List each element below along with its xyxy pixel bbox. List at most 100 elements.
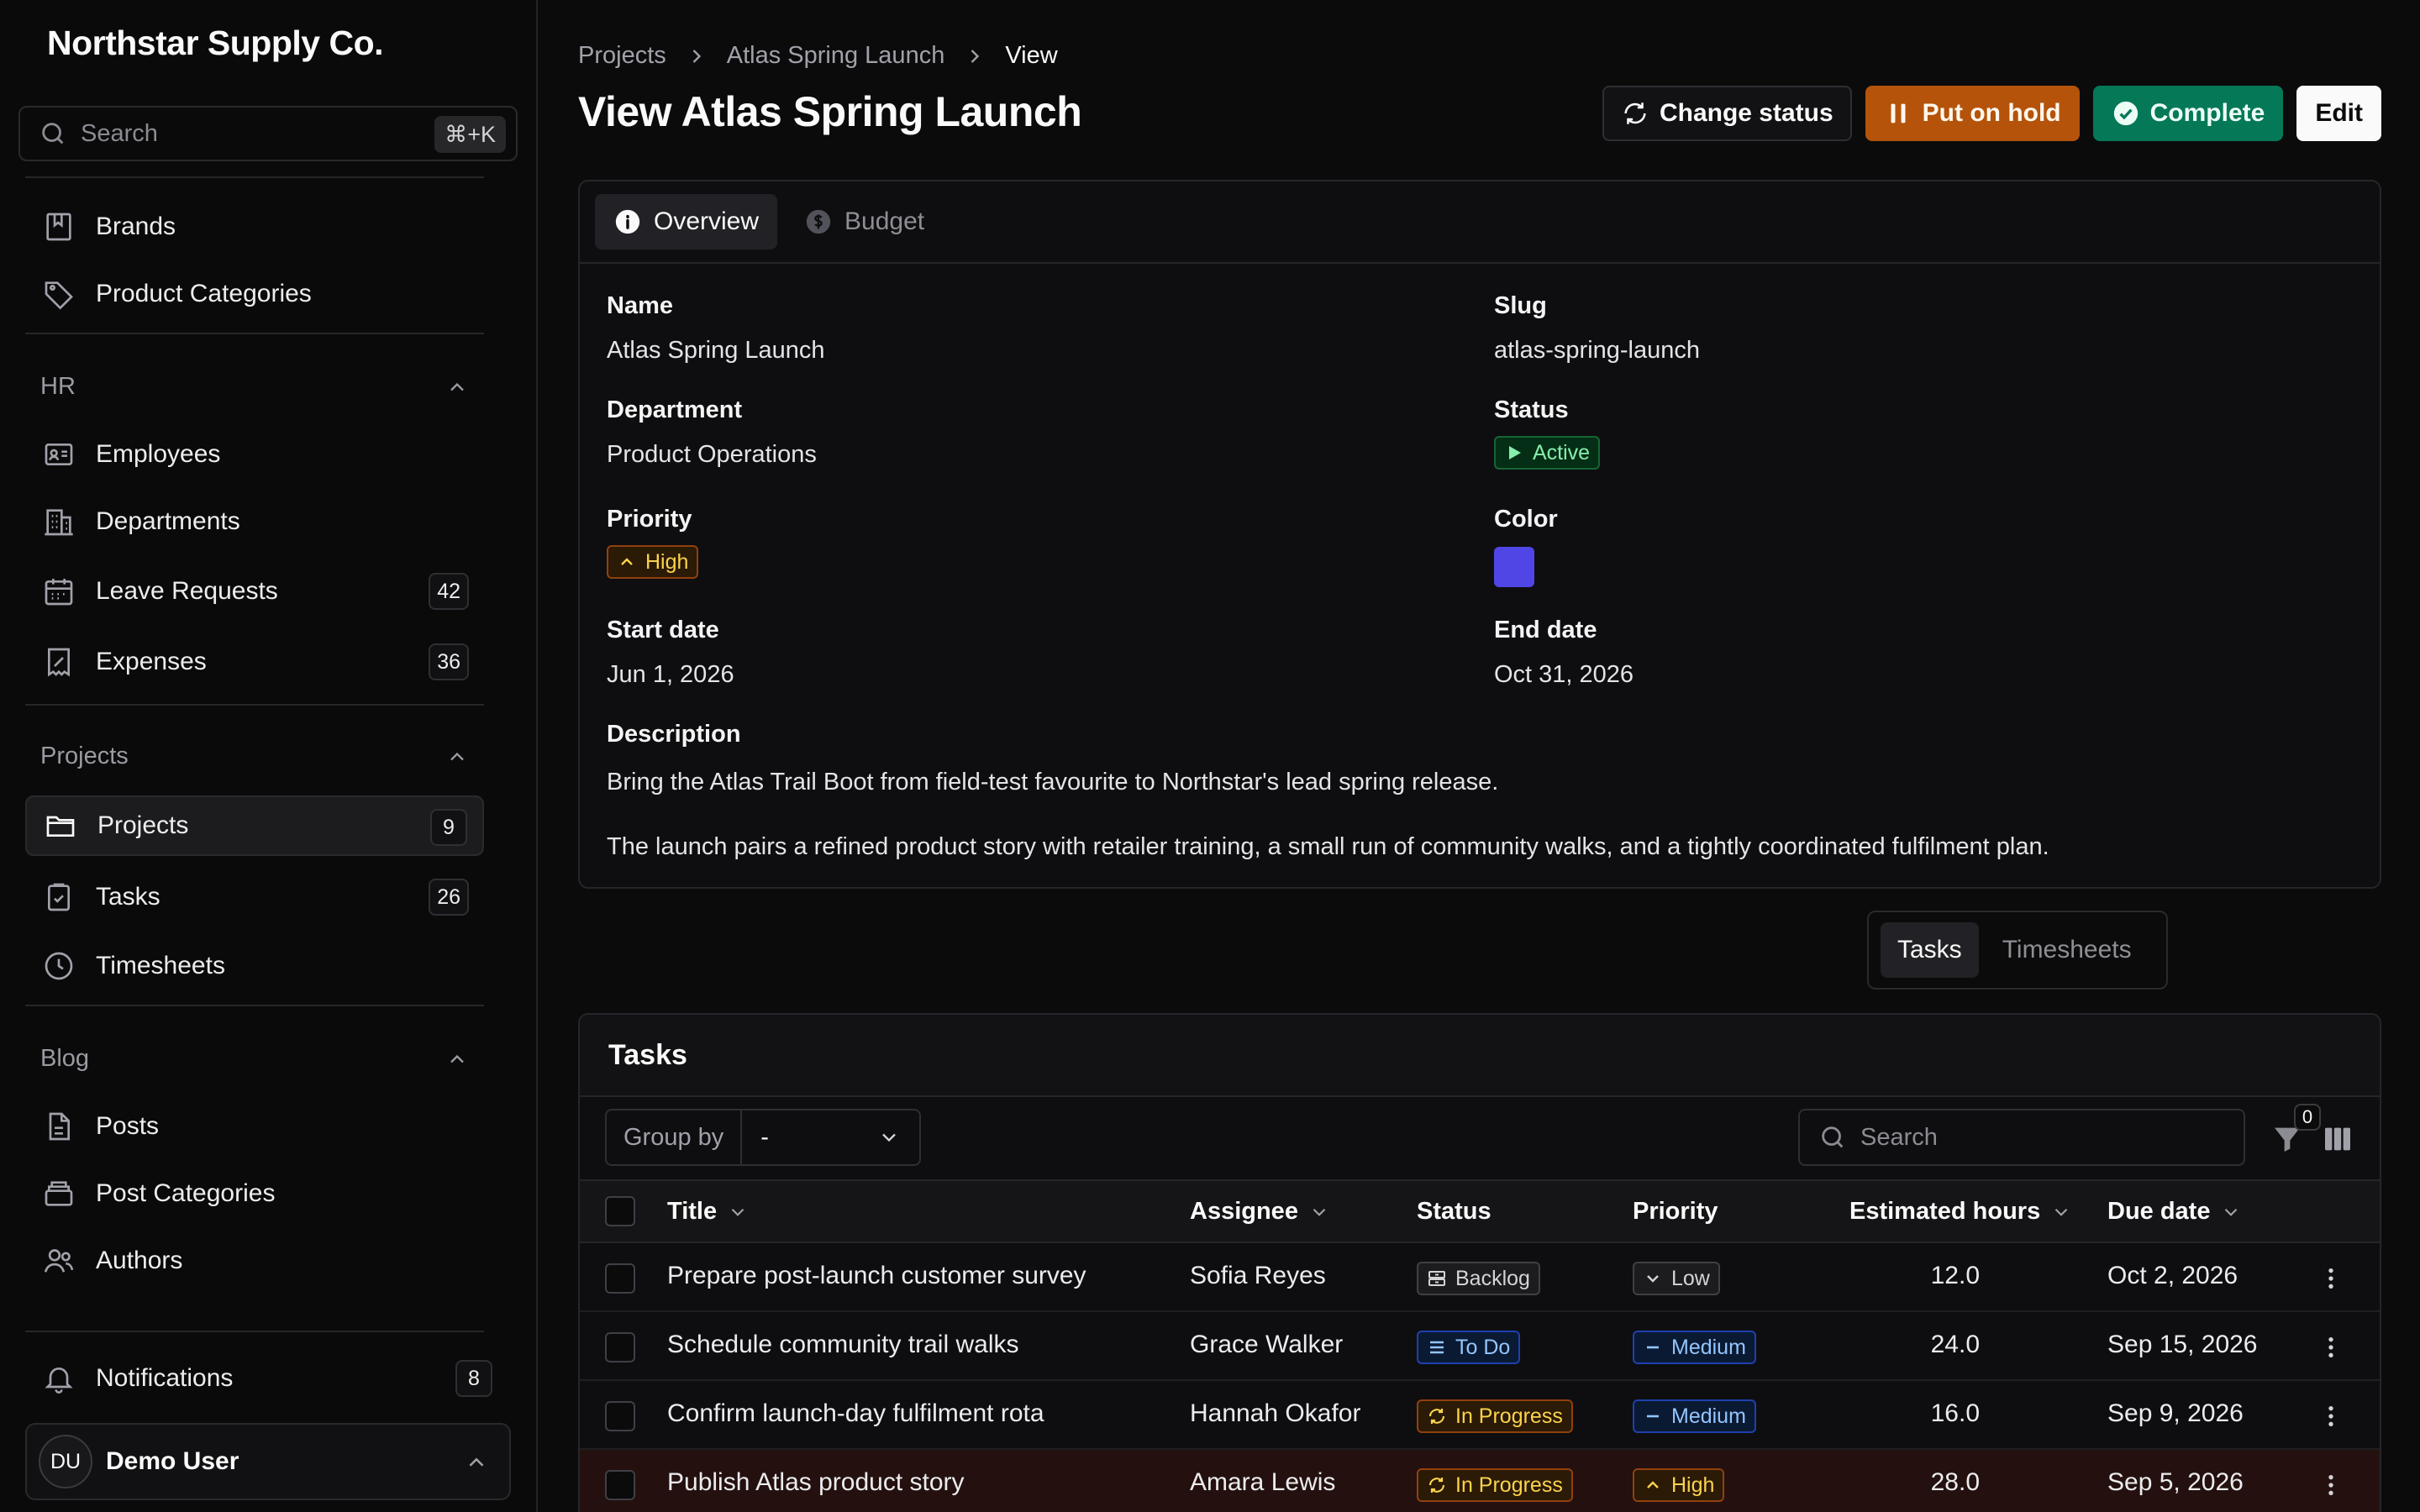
field-priority: Priority High	[607, 506, 699, 579]
sidebar-item-label: Brands	[96, 213, 176, 240]
table-row[interactable]: Schedule community trail walks Grace Wal…	[580, 1312, 2380, 1381]
tab-overview[interactable]: Overview	[595, 194, 778, 249]
group-toggle-blog[interactable]: Blog	[40, 1045, 469, 1073]
tab-tasks[interactable]: Tasks	[1881, 922, 1979, 978]
column-header-title[interactable]: Title	[667, 1198, 749, 1226]
sidebar-item-employees[interactable]: Employees	[25, 424, 484, 485]
sidebar-item-post-categories[interactable]: Post Categories	[25, 1163, 484, 1224]
field-label: Status	[1494, 396, 1569, 423]
group-toggle-projects[interactable]: Projects	[40, 743, 469, 770]
table-row[interactable]: Confirm launch-day fulfilment rota Hanna…	[580, 1381, 2380, 1450]
column-header-due-date[interactable]: Due date	[2107, 1198, 2242, 1226]
chevron-down-icon	[1647, 1275, 1659, 1283]
breadcrumb-current: View	[1005, 42, 1058, 69]
change-status-button[interactable]: Change status	[1602, 86, 1852, 141]
badge-label: In Progress	[1455, 1404, 1563, 1428]
sidebar-item-posts[interactable]: Posts	[25, 1096, 484, 1157]
breadcrumb-project[interactable]: Atlas Spring Launch	[727, 42, 945, 70]
sidebar-item-brands[interactable]: Brands	[25, 197, 484, 257]
cell-assignee: Grace Walker	[1190, 1331, 1344, 1358]
filter-count-badge: 0	[2294, 1104, 2321, 1131]
breadcrumb-projects[interactable]: Projects	[578, 42, 666, 70]
columns-icon[interactable]	[2321, 1122, 2354, 1156]
badge-label: Active	[1533, 440, 1591, 465]
field-label: Department	[607, 396, 743, 423]
sidebar-item-authors[interactable]: Authors	[25, 1231, 484, 1291]
put-on-hold-button[interactable]: Put on hold	[1865, 86, 2080, 141]
group-toggle-hr[interactable]: HR	[40, 373, 469, 401]
sidebar-item-product-categories[interactable]: Product Categories	[25, 264, 484, 324]
column-label: Assignee	[1190, 1198, 1298, 1225]
group-by-select[interactable]: Group by -	[605, 1109, 921, 1166]
field-value: Product Operations	[607, 441, 817, 468]
table-row[interactable]: Publish Atlas product story Amara Lewis …	[580, 1450, 2380, 1512]
row-checkbox[interactable]	[605, 1401, 635, 1431]
more-vertical-icon[interactable]	[2317, 1265, 2344, 1292]
chevron-up-icon	[1647, 1481, 1659, 1488]
tab-budget[interactable]: Budget	[786, 194, 943, 249]
chevron-up-icon	[450, 1054, 464, 1063]
column-label: Priority	[1633, 1198, 1718, 1225]
status-badge: In Progress	[1417, 1399, 1573, 1433]
row-checkbox[interactable]	[605, 1332, 635, 1362]
chevron-down-icon	[731, 1208, 744, 1216]
table-row[interactable]: Prepare post-launch customer survey Sofi…	[580, 1243, 2380, 1312]
chevron-up-icon	[450, 382, 464, 391]
select-all-checkbox[interactable]	[605, 1196, 635, 1226]
more-vertical-icon[interactable]	[2317, 1334, 2344, 1361]
tasks-heading: Tasks	[580, 1015, 2380, 1097]
description-paragraph: Bring the Atlas Trail Boot from field-te…	[607, 769, 1499, 795]
sidebar-item-label: Product Categories	[96, 280, 312, 307]
sidebar-item-label: Leave Requests	[96, 577, 278, 605]
sidebar-item-timesheets[interactable]: Timesheets	[25, 936, 484, 996]
divider	[25, 333, 484, 334]
more-vertical-icon[interactable]	[2317, 1403, 2344, 1430]
complete-button[interactable]: Complete	[2092, 86, 2284, 141]
dollar-circle-icon	[806, 209, 831, 234]
sidebar-search-input[interactable]: Search ⌘+K	[18, 106, 518, 161]
bell-icon	[45, 1368, 73, 1394]
badge-label: In Progress	[1455, 1473, 1563, 1497]
sidebar-item-expenses[interactable]: Expenses 36	[25, 632, 484, 692]
divider	[25, 704, 484, 706]
edit-button[interactable]: Edit	[2296, 86, 2381, 141]
sidebar-item-tasks[interactable]: Tasks 26	[25, 867, 484, 927]
brand-name[interactable]: Northstar Supply Co.	[47, 24, 384, 63]
count-badge: 9	[430, 809, 467, 846]
field-description: Description Bring the Atlas Trail Boot f…	[607, 721, 2354, 861]
sidebar-item-label: Departments	[96, 507, 240, 535]
more-vertical-icon[interactable]	[2317, 1472, 2344, 1499]
sidebar-item-notifications[interactable]: Notifications 8	[25, 1348, 492, 1409]
cell-estimated-hours: 12.0	[1930, 1262, 1980, 1289]
bookmark-icon	[46, 213, 71, 241]
sidebar-item-departments[interactable]: Departments	[25, 491, 484, 552]
list-icon	[1430, 1341, 1444, 1354]
column-header-estimated-hours[interactable]: Estimated hours	[1849, 1198, 2072, 1226]
row-checkbox[interactable]	[605, 1263, 635, 1294]
refresh-icon	[1428, 1409, 1445, 1424]
cell-title: Confirm launch-day fulfilment rota	[667, 1399, 1044, 1427]
cell-estimated-hours: 16.0	[1930, 1399, 1980, 1427]
refresh-icon	[1428, 1478, 1445, 1493]
sidebar-item-leave-requests[interactable]: Leave Requests 42	[25, 561, 484, 622]
sidebar-item-projects[interactable]: Projects 9	[25, 795, 484, 856]
archive-icon	[1428, 1271, 1445, 1286]
button-label: Change status	[1659, 99, 1833, 127]
table-search-input[interactable]: Search	[1798, 1109, 2245, 1166]
tab-timesheets[interactable]: Timesheets	[1986, 922, 2149, 978]
field-end-date: End date Oct 31, 2026	[1494, 617, 1634, 689]
column-label: Due date	[2107, 1198, 2211, 1225]
priority-badge: High	[1633, 1468, 1725, 1502]
chevron-up-icon	[469, 1457, 484, 1467]
sidebar-item-label: Tasks	[96, 883, 160, 911]
user-menu[interactable]: DU Demo User	[25, 1423, 511, 1500]
cell-due-date: Oct 2, 2026	[2107, 1262, 2238, 1289]
divider	[25, 176, 484, 178]
sidebar: Northstar Supply Co. Search ⌘+K Brands P…	[0, 0, 538, 1512]
row-checkbox[interactable]	[605, 1470, 635, 1500]
building-icon	[45, 509, 73, 536]
column-header-assignee[interactable]: Assignee	[1190, 1198, 1330, 1226]
sidebar-item-label: Employees	[96, 440, 221, 468]
chevron-down-icon	[2054, 1208, 2068, 1216]
stack-icon	[45, 1181, 73, 1206]
